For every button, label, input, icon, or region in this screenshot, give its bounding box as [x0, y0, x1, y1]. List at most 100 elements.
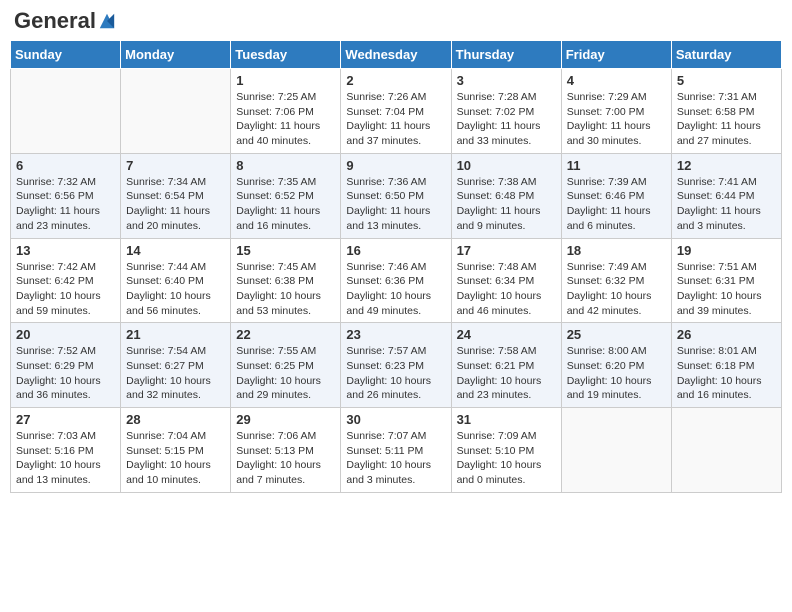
- cell-info: Sunrise: 8:01 AM Sunset: 6:18 PM Dayligh…: [677, 344, 776, 403]
- cell-info: Sunrise: 7:58 AM Sunset: 6:21 PM Dayligh…: [457, 344, 556, 403]
- calendar-cell: 17 Sunrise: 7:48 AM Sunset: 6:34 PM Dayli…: [451, 238, 561, 323]
- calendar-cell: 16 Sunrise: 7:46 AM Sunset: 6:36 PM Dayli…: [341, 238, 451, 323]
- calendar-cell: [671, 408, 781, 493]
- cell-info: Sunrise: 7:28 AM Sunset: 7:02 PM Dayligh…: [457, 90, 556, 149]
- cell-info: Sunrise: 7:26 AM Sunset: 7:04 PM Dayligh…: [346, 90, 445, 149]
- calendar-cell: 29Sunrise: 7:06 AM Sunset: 5:13 PM Dayli…: [231, 408, 341, 493]
- calendar-cell: 19Sunrise: 7:51 AM Sunset: 6:31 PM Dayli…: [671, 238, 781, 323]
- calendar-cell: 7 Sunrise: 7:34 AM Sunset: 6:54 PM Daylig…: [121, 153, 231, 238]
- cell-day-number: 7: [126, 158, 225, 173]
- cell-info: Sunrise: 7:52 AM Sunset: 6:29 PM Dayligh…: [16, 344, 115, 403]
- cell-day-number: 31: [457, 412, 556, 427]
- calendar-cell: 11Sunrise: 7:39 AM Sunset: 6:46 PM Dayli…: [561, 153, 671, 238]
- cell-info: Sunrise: 7:35 AM Sunset: 6:52 PM Dayligh…: [236, 175, 335, 234]
- calendar-cell: 28 Sunrise: 7:04 AM Sunset: 5:15 PM Dayli…: [121, 408, 231, 493]
- logo-general: General: [14, 10, 96, 32]
- calendar-cell: 3 Sunrise: 7:28 AM Sunset: 7:02 PM Daylig…: [451, 69, 561, 154]
- day-header-sunday: Sunday: [11, 41, 121, 69]
- cell-day-number: 10: [457, 158, 556, 173]
- cell-info: Sunrise: 7:31 AM Sunset: 6:58 PM Dayligh…: [677, 90, 776, 149]
- cell-info: Sunrise: 7:38 AM Sunset: 6:48 PM Dayligh…: [457, 175, 556, 234]
- calendar-table: SundayMondayTuesdayWednesdayThursdayFrid…: [10, 40, 782, 493]
- logo: General: [14, 10, 116, 32]
- cell-day-number: 25: [567, 327, 666, 342]
- cell-info: Sunrise: 7:39 AM Sunset: 6:46 PM Dayligh…: [567, 175, 666, 234]
- cell-info: Sunrise: 7:48 AM Sunset: 6:34 PM Dayligh…: [457, 260, 556, 319]
- cell-day-number: 3: [457, 73, 556, 88]
- cell-day-number: 18: [567, 243, 666, 258]
- calendar-cell: 12 Sunrise: 7:41 AM Sunset: 6:44 PM Dayli…: [671, 153, 781, 238]
- calendar-cell: 27 Sunrise: 7:03 AM Sunset: 5:16 PM Dayli…: [11, 408, 121, 493]
- cell-info: Sunrise: 7:57 AM Sunset: 6:23 PM Dayligh…: [346, 344, 445, 403]
- calendar-week-5: 27 Sunrise: 7:03 AM Sunset: 5:16 PM Dayli…: [11, 408, 782, 493]
- calendar-cell: 22 Sunrise: 7:55 AM Sunset: 6:25 PM Dayli…: [231, 323, 341, 408]
- cell-day-number: 30: [346, 412, 445, 427]
- calendar-week-4: 20 Sunrise: 7:52 AM Sunset: 6:29 PM Dayli…: [11, 323, 782, 408]
- cell-info: Sunrise: 7:41 AM Sunset: 6:44 PM Dayligh…: [677, 175, 776, 234]
- cell-day-number: 23: [346, 327, 445, 342]
- page-header: General: [10, 10, 782, 32]
- cell-day-number: 26: [677, 327, 776, 342]
- calendar-cell: 21Sunrise: 7:54 AM Sunset: 6:27 PM Dayli…: [121, 323, 231, 408]
- cell-info: Sunrise: 7:49 AM Sunset: 6:32 PM Dayligh…: [567, 260, 666, 319]
- cell-day-number: 24: [457, 327, 556, 342]
- calendar-cell: 1Sunrise: 7:25 AM Sunset: 7:06 PM Daylig…: [231, 69, 341, 154]
- cell-day-number: 8: [236, 158, 335, 173]
- calendar-cell: [121, 69, 231, 154]
- calendar-cell: 5 Sunrise: 7:31 AM Sunset: 6:58 PM Daylig…: [671, 69, 781, 154]
- cell-info: Sunrise: 7:32 AM Sunset: 6:56 PM Dayligh…: [16, 175, 115, 234]
- calendar-cell: 4 Sunrise: 7:29 AM Sunset: 7:00 PM Daylig…: [561, 69, 671, 154]
- cell-info: Sunrise: 7:46 AM Sunset: 6:36 PM Dayligh…: [346, 260, 445, 319]
- calendar-header-row: SundayMondayTuesdayWednesdayThursdayFrid…: [11, 41, 782, 69]
- day-header-friday: Friday: [561, 41, 671, 69]
- cell-day-number: 20: [16, 327, 115, 342]
- calendar-cell: 15Sunrise: 7:45 AM Sunset: 6:38 PM Dayli…: [231, 238, 341, 323]
- cell-day-number: 14: [126, 243, 225, 258]
- calendar-cell: 9Sunrise: 7:36 AM Sunset: 6:50 PM Daylig…: [341, 153, 451, 238]
- cell-info: Sunrise: 7:34 AM Sunset: 6:54 PM Dayligh…: [126, 175, 225, 234]
- cell-day-number: 27: [16, 412, 115, 427]
- calendar-cell: 2Sunrise: 7:26 AM Sunset: 7:04 PM Daylig…: [341, 69, 451, 154]
- cell-day-number: 4: [567, 73, 666, 88]
- cell-day-number: 19: [677, 243, 776, 258]
- cell-info: Sunrise: 7:07 AM Sunset: 5:11 PM Dayligh…: [346, 429, 445, 488]
- calendar-cell: 6 Sunrise: 7:32 AM Sunset: 6:56 PM Daylig…: [11, 153, 121, 238]
- calendar-cell: 8 Sunrise: 7:35 AM Sunset: 6:52 PM Daylig…: [231, 153, 341, 238]
- cell-info: Sunrise: 7:42 AM Sunset: 6:42 PM Dayligh…: [16, 260, 115, 319]
- cell-info: Sunrise: 7:55 AM Sunset: 6:25 PM Dayligh…: [236, 344, 335, 403]
- cell-day-number: 5: [677, 73, 776, 88]
- calendar-cell: [561, 408, 671, 493]
- cell-info: Sunrise: 7:25 AM Sunset: 7:06 PM Dayligh…: [236, 90, 335, 149]
- cell-info: Sunrise: 7:09 AM Sunset: 5:10 PM Dayligh…: [457, 429, 556, 488]
- day-header-saturday: Saturday: [671, 41, 781, 69]
- calendar-cell: [11, 69, 121, 154]
- cell-info: Sunrise: 7:04 AM Sunset: 5:15 PM Dayligh…: [126, 429, 225, 488]
- calendar-cell: 20 Sunrise: 7:52 AM Sunset: 6:29 PM Dayli…: [11, 323, 121, 408]
- cell-info: Sunrise: 7:44 AM Sunset: 6:40 PM Dayligh…: [126, 260, 225, 319]
- calendar-cell: 30 Sunrise: 7:07 AM Sunset: 5:11 PM Dayli…: [341, 408, 451, 493]
- calendar-week-3: 13 Sunrise: 7:42 AM Sunset: 6:42 PM Dayli…: [11, 238, 782, 323]
- calendar-cell: 24 Sunrise: 7:58 AM Sunset: 6:21 PM Dayli…: [451, 323, 561, 408]
- calendar-cell: 13 Sunrise: 7:42 AM Sunset: 6:42 PM Dayli…: [11, 238, 121, 323]
- cell-day-number: 12: [677, 158, 776, 173]
- cell-day-number: 6: [16, 158, 115, 173]
- day-header-thursday: Thursday: [451, 41, 561, 69]
- cell-day-number: 22: [236, 327, 335, 342]
- cell-day-number: 9: [346, 158, 445, 173]
- cell-day-number: 15: [236, 243, 335, 258]
- cell-day-number: 16: [346, 243, 445, 258]
- cell-info: Sunrise: 7:03 AM Sunset: 5:16 PM Dayligh…: [16, 429, 115, 488]
- calendar-week-2: 6 Sunrise: 7:32 AM Sunset: 6:56 PM Daylig…: [11, 153, 782, 238]
- calendar-cell: 10 Sunrise: 7:38 AM Sunset: 6:48 PM Dayli…: [451, 153, 561, 238]
- day-header-tuesday: Tuesday: [231, 41, 341, 69]
- cell-day-number: 17: [457, 243, 556, 258]
- calendar-cell: 31 Sunrise: 7:09 AM Sunset: 5:10 PM Dayli…: [451, 408, 561, 493]
- cell-day-number: 13: [16, 243, 115, 258]
- cell-day-number: 21: [126, 327, 225, 342]
- day-header-monday: Monday: [121, 41, 231, 69]
- cell-day-number: 28: [126, 412, 225, 427]
- calendar-cell: 14 Sunrise: 7:44 AM Sunset: 6:40 PM Dayli…: [121, 238, 231, 323]
- calendar-body: 1Sunrise: 7:25 AM Sunset: 7:06 PM Daylig…: [11, 69, 782, 493]
- calendar-cell: 25Sunrise: 8:00 AM Sunset: 6:20 PM Dayli…: [561, 323, 671, 408]
- cell-info: Sunrise: 7:29 AM Sunset: 7:00 PM Dayligh…: [567, 90, 666, 149]
